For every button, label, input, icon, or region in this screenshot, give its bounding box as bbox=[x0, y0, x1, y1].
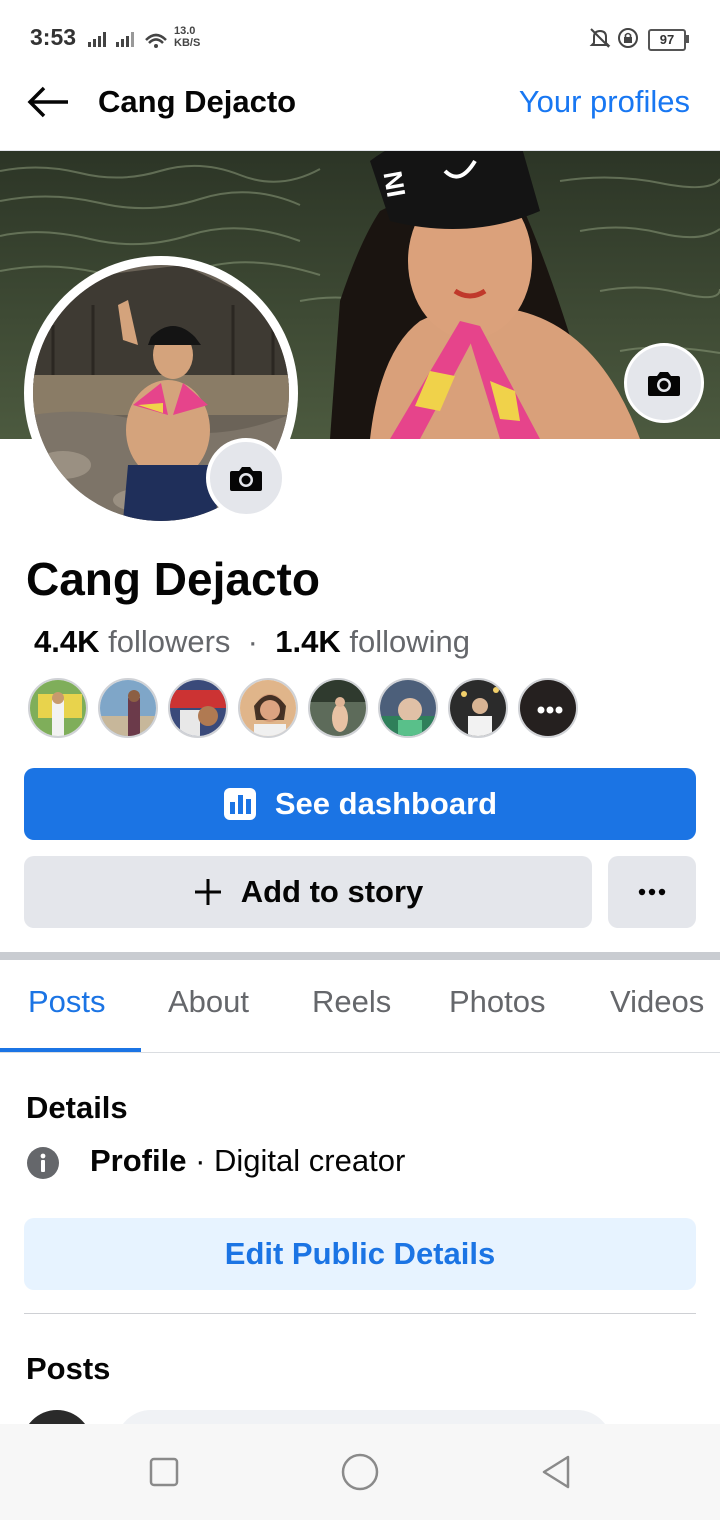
battery-indicator: 97 bbox=[648, 29, 686, 51]
signal-icon bbox=[88, 32, 167, 48]
avatar-camera-button[interactable] bbox=[206, 438, 286, 518]
plus-icon bbox=[194, 879, 221, 905]
edit-public-details-button[interactable]: Edit Public Details bbox=[24, 1218, 696, 1290]
stats-separator: · bbox=[239, 624, 276, 659]
cover-camera-button[interactable] bbox=[624, 343, 704, 423]
recents-button[interactable] bbox=[140, 1448, 188, 1496]
back-triangle-icon bbox=[542, 1455, 570, 1489]
bar-chart-icon bbox=[223, 788, 256, 820]
home-circle-icon bbox=[341, 1453, 379, 1491]
back-button[interactable] bbox=[532, 1448, 580, 1496]
info-icon bbox=[27, 1147, 59, 1179]
status-time: 3:53 bbox=[30, 24, 77, 50]
your-profiles-link[interactable]: Your profiles bbox=[519, 84, 690, 120]
network-speed: 13.0 KB/S bbox=[174, 25, 201, 49]
rotation-lock-icon bbox=[618, 28, 638, 48]
divider bbox=[24, 1313, 696, 1314]
tab-reels[interactable]: Reels bbox=[312, 984, 391, 1020]
header-title: Cang Dejacto bbox=[98, 84, 297, 119]
svg-text:NI: NI bbox=[378, 169, 412, 200]
see-dashboard-button[interactable]: See dashboard bbox=[24, 768, 696, 840]
follower-avatar[interactable] bbox=[168, 678, 228, 738]
ellipsis-icon bbox=[638, 888, 666, 896]
detail-profile-category: Profile · Digital creator bbox=[90, 1143, 406, 1178]
follower-avatar[interactable] bbox=[98, 678, 158, 738]
profile-name: Cang Dejacto bbox=[26, 553, 320, 605]
tab-videos[interactable]: Videos bbox=[610, 984, 704, 1020]
recents-square-icon bbox=[149, 1457, 179, 1487]
details-heading: Details bbox=[26, 1090, 128, 1125]
home-button[interactable] bbox=[336, 1448, 384, 1496]
following-link[interactable]: 1.4K following bbox=[275, 624, 470, 659]
more-options-button[interactable] bbox=[608, 856, 696, 928]
followers-link[interactable]: 4.4K followers bbox=[34, 624, 230, 659]
follower-avatar[interactable] bbox=[308, 678, 368, 738]
follower-avatar[interactable] bbox=[378, 678, 438, 738]
add-to-story-button[interactable]: Add to story bbox=[24, 856, 592, 928]
follower-avatar[interactable] bbox=[28, 678, 88, 738]
follower-avatar[interactable] bbox=[448, 678, 508, 738]
camera-icon bbox=[230, 467, 262, 491]
tab-posts[interactable]: Posts bbox=[28, 984, 106, 1020]
section-divider bbox=[0, 952, 720, 960]
tab-about[interactable]: About bbox=[168, 984, 249, 1020]
follower-avatar[interactable] bbox=[238, 678, 298, 738]
posts-heading: Posts bbox=[26, 1351, 111, 1386]
more-followers-button[interactable] bbox=[518, 678, 578, 738]
battery-nub bbox=[686, 35, 689, 43]
tab-photos[interactable]: Photos bbox=[449, 984, 546, 1020]
camera-icon bbox=[648, 372, 680, 396]
active-tab-indicator bbox=[0, 1048, 141, 1052]
arrow-left-icon[interactable] bbox=[26, 86, 72, 118]
follow-stats: 4.4K followers · 1.4K following bbox=[34, 624, 470, 660]
ellipsis-icon bbox=[520, 680, 576, 736]
bell-off-icon bbox=[589, 28, 611, 48]
followers-preview bbox=[28, 678, 578, 742]
